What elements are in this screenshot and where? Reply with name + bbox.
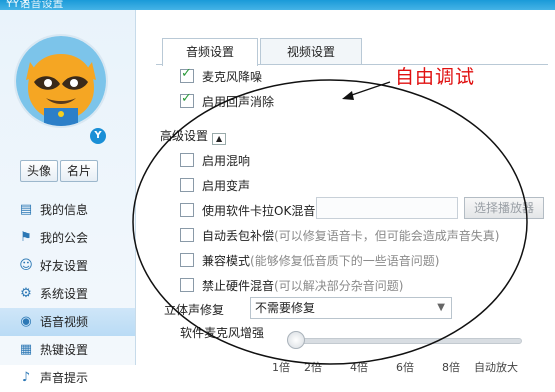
- compat-mode-label: 兼容模式: [202, 254, 251, 268]
- karaoke-label: 使用软件卡拉OK混音: [202, 204, 316, 218]
- keyboard-icon: ▦: [19, 342, 33, 357]
- sidebar-item-voice-video[interactable]: ◉ 语音视频: [0, 308, 135, 336]
- stereo-repair-label: 立体声修复: [164, 303, 225, 317]
- sidebar-item-label: 热键设置: [40, 343, 89, 357]
- sidebar-nav: ▤ 我的信息 ⚑ 我的公会 ☺ 好友设置 ⚙ 系统设置 ◉ 语音视频 ▦ 热键设…: [0, 196, 135, 392]
- sidebar-item-my-info[interactable]: ▤ 我的信息: [0, 196, 135, 224]
- tab-audio-settings[interactable]: 音频设置: [162, 38, 258, 66]
- sidebar-item-my-guild[interactable]: ⚑ 我的公会: [0, 224, 135, 252]
- sidebar-item-label: 好友设置: [40, 259, 89, 273]
- sound-icon: ♪: [21, 370, 31, 385]
- sidebar-item-label: 系统设置: [40, 287, 89, 301]
- auto-drop-checkbox[interactable]: [180, 228, 194, 242]
- tab-video-settings[interactable]: 视频设置: [260, 38, 362, 65]
- chevron-down-icon: ▼: [437, 302, 445, 313]
- reverb-label: 启用混响: [202, 154, 251, 168]
- noise-reduction-checkbox[interactable]: [180, 66, 194, 83]
- player-path-field[interactable]: [316, 197, 458, 219]
- select-player-button[interactable]: 选择播放器: [464, 197, 544, 219]
- sidebar-item-label: 我的信息: [40, 203, 89, 217]
- card-tab-button[interactable]: 名片: [60, 160, 98, 182]
- auto-drop-hint: (可以修复语音卡，但可能会造成声音失真): [274, 229, 500, 243]
- title-bar: YY语音设置 — ×: [0, 0, 555, 10]
- hw-mix-checkbox[interactable]: [180, 278, 194, 292]
- auto-drop-label: 自动丢包补偿: [202, 229, 275, 243]
- yy-badge: Y: [90, 128, 106, 144]
- sidebar: Y 头像 名片 ▤ 我的信息 ⚑ 我的公会 ☺ 好友设置 ⚙ 系统设置 ◉ 语音…: [0, 10, 136, 385]
- hw-mix-hint: (可以解决部分杂音问题): [274, 279, 404, 293]
- voice-change-option[interactable]: 启用变声: [180, 177, 250, 194]
- reverb-option[interactable]: 启用混响: [180, 152, 250, 169]
- sidebar-item-sound-alerts[interactable]: ♪ 声音提示: [0, 364, 135, 392]
- mic-boost-tick: 自动放大: [474, 361, 518, 374]
- noise-reduction-label: 麦克风降噪: [202, 70, 263, 84]
- avatar-tab-button[interactable]: 头像: [20, 160, 58, 182]
- user-info-icon: ▤: [19, 202, 33, 217]
- karaoke-checkbox[interactable]: [180, 203, 194, 217]
- voice-change-label: 启用变声: [202, 179, 251, 193]
- mic-boost-label: 软件麦克风增强: [180, 326, 265, 340]
- avatar[interactable]: [14, 34, 108, 128]
- echo-cancel-label: 启用回声消除: [202, 95, 275, 109]
- stereo-repair-value: 不需要修复: [255, 301, 316, 315]
- annotation-text: 自由调试: [395, 66, 476, 88]
- mic-boost-tick: 2倍: [304, 361, 322, 374]
- gear-icon: ⚙: [20, 286, 32, 301]
- advanced-settings-label: 高级设置: [160, 129, 209, 143]
- mic-boost-tick: 1倍: [272, 361, 290, 374]
- guild-flag-icon: ⚑: [20, 230, 32, 245]
- compat-mode-option[interactable]: 兼容模式(能够修复低音质下的一些语音问题): [180, 252, 439, 269]
- stereo-repair-select[interactable]: 不需要修复 ▼: [250, 297, 452, 319]
- compat-mode-checkbox[interactable]: [180, 253, 194, 267]
- noise-reduction-option[interactable]: 麦克风降噪: [180, 66, 263, 85]
- settings-panel: 音频设置 视频设置 麦克风降噪 启用回声消除 高级设置▲ 启用混响 启用变声 使…: [148, 10, 548, 374]
- sidebar-item-friends[interactable]: ☺ 好友设置: [0, 252, 135, 280]
- sidebar-item-label: 声音提示: [40, 371, 89, 385]
- collapse-icon[interactable]: ▲: [212, 133, 227, 145]
- sidebar-item-label: 我的公会: [40, 231, 89, 245]
- echo-cancel-checkbox[interactable]: [180, 91, 194, 108]
- mic-boost-slider-track[interactable]: [290, 338, 522, 344]
- hw-mix-option[interactable]: 禁止硬件混音(可以解决部分杂音问题): [180, 277, 403, 294]
- raccoon-mascot-avatar-icon: [16, 36, 106, 126]
- hw-mix-label: 禁止硬件混音: [202, 279, 275, 293]
- window-controls[interactable]: — ×: [6, 0, 549, 8]
- voice-change-checkbox[interactable]: [180, 178, 194, 192]
- sidebar-item-label: 语音视频: [40, 315, 89, 329]
- compat-mode-hint: (能够修复低音质下的一些语音问题): [250, 254, 440, 268]
- karaoke-option[interactable]: 使用软件卡拉OK混音: [180, 202, 315, 219]
- advanced-settings-header[interactable]: 高级设置 ▲: [160, 127, 227, 145]
- sidebar-item-hotkeys[interactable]: ▦ 热键设置: [0, 336, 135, 364]
- mic-boost-slider-thumb[interactable]: [287, 331, 305, 349]
- voice-video-icon: ◉: [20, 314, 32, 329]
- friends-icon: ☺: [19, 258, 33, 273]
- reverb-checkbox[interactable]: [180, 153, 194, 167]
- mic-boost-tick: 6倍: [396, 361, 414, 374]
- auto-drop-option[interactable]: 自动丢包补偿(可以修复语音卡，但可能会造成声音失真): [180, 227, 499, 244]
- mic-boost-tick: 4倍: [350, 361, 368, 374]
- sidebar-item-system[interactable]: ⚙ 系统设置: [0, 280, 135, 308]
- mic-boost-tick: 8倍: [442, 361, 460, 374]
- echo-cancel-option[interactable]: 启用回声消除: [180, 91, 275, 110]
